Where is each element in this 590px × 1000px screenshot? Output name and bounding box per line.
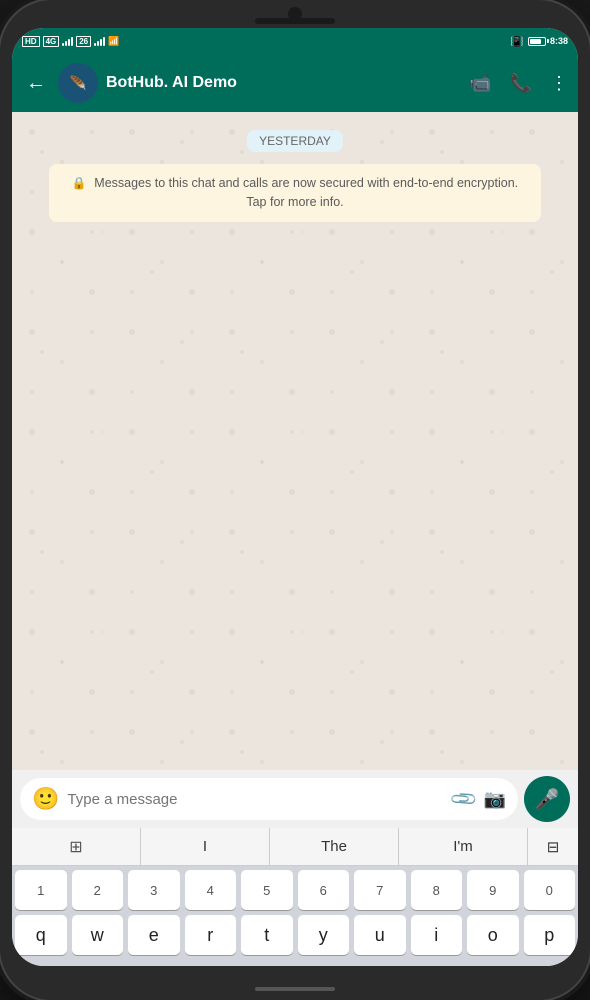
avatar[interactable]: 🪶 [58,63,98,103]
kb-key-e[interactable]: e [128,915,180,955]
wifi-icon: 📶 [108,36,119,47]
vibrate-icon: 📳 [510,35,524,48]
kb-key-i[interactable]: i [411,915,463,955]
kb-key-6[interactable]: 6 [298,870,350,910]
phone-call-icon[interactable]: 📞 [510,73,532,94]
kb-8-label: 8 [433,883,440,898]
avatar-inner: 🪶 [58,63,98,103]
kb-9-label: 9 [489,883,496,898]
svg-text:🪶: 🪶 [70,75,87,91]
kb-key-r[interactable]: r [185,915,237,955]
kb-grid-button[interactable]: ⊞ [12,828,141,865]
kb-p-label: p [544,925,554,946]
battery-fill [530,39,541,44]
security-text: Messages to this chat and calls are now … [94,176,518,209]
keyboard-area: ⊞ I The I'm ⊟ 1 2 [12,828,578,966]
more-options-icon[interactable]: ⋮ [550,73,568,94]
kb-key-p[interactable]: p [524,915,576,955]
mic-icon: 🎤 [535,787,560,812]
phone-camera [288,7,302,21]
kb-3-label: 3 [150,883,157,898]
kb-i-label: i [434,925,438,946]
kb-e-label: e [149,925,159,946]
suggestion-the[interactable]: The [270,828,399,865]
suggestion-collapse[interactable]: ⊟ [528,828,578,865]
bothub-logo: 🪶 [63,68,93,98]
kb-r-label: r [207,925,213,946]
kb-y-label: y [319,925,328,946]
collapse-icon: ⊟ [547,838,560,856]
battery-icon [528,37,546,46]
phone-screen: HD 4G 26 📶 📳 [12,28,578,966]
carrier-4g: 4G [43,36,60,47]
status-bar: HD 4G 26 📶 📳 [12,28,578,54]
kb-key-u[interactable]: u [354,915,406,955]
kb-key-8[interactable]: 8 [411,870,463,910]
clock: 8:38 [550,36,568,46]
emoji-button[interactable]: 🙂 [32,786,59,812]
status-left: HD 4G 26 📶 [22,36,119,47]
kb-1-label: 1 [37,883,44,898]
keyboard-rows: 1 2 3 4 5 6 7 8 9 0 q w e r t y [12,866,578,966]
home-indicator [255,987,335,991]
header-info[interactable]: BotHub. AI Demo [106,74,461,92]
kb-key-7[interactable]: 7 [354,870,406,910]
kb-key-y[interactable]: y [298,915,350,955]
signal-2-icon [94,36,105,46]
kb-key-q[interactable]: q [15,915,67,955]
kb-u-label: u [375,925,385,946]
suggestion-i-text: I [203,838,207,855]
message-input-box[interactable]: 🙂 📎 📷 [20,778,518,820]
kb-key-1[interactable]: 1 [15,870,67,910]
kb-q-label: q [36,925,46,946]
carrier-hd: HD [22,36,40,47]
keyboard-suggestions: ⊞ I The I'm ⊟ [12,828,578,866]
contact-name: BotHub. AI Demo [106,74,461,92]
kb-w-label: w [91,925,104,946]
kb-2-label: 2 [94,883,101,898]
security-notice[interactable]: 🔒 Messages to this chat and calls are no… [49,164,540,222]
signal-1-icon [62,36,73,46]
suggestion-im-text: I'm [453,838,473,855]
header-actions: 📹 📞 ⋮ [469,73,568,94]
carrier-26: 26 [76,36,91,47]
kb-5-label: 5 [263,883,270,898]
input-area: 🙂 📎 📷 🎤 [12,770,578,828]
mic-button[interactable]: 🎤 [524,776,570,822]
lock-icon: 🔒 [72,176,87,190]
kb-o-label: o [488,925,498,946]
kb-key-0[interactable]: 0 [524,870,576,910]
date-badge: YESTERDAY [247,130,343,152]
kb-key-9[interactable]: 9 [467,870,519,910]
kb-key-t[interactable]: t [241,915,293,955]
kb-row-numbers: 1 2 3 4 5 6 7 8 9 0 [15,870,575,910]
kb-key-3[interactable]: 3 [128,870,180,910]
kb-6-label: 6 [320,883,327,898]
suggestion-the-text: The [321,838,347,855]
kb-4-label: 4 [207,883,214,898]
attach-button[interactable]: 📎 [449,784,480,815]
phone-bottom-bar [0,978,590,1000]
kb-0-label: 0 [546,883,553,898]
kb-row-letters: q w e r t y u i o p [15,915,575,955]
suggestion-im[interactable]: I'm [399,828,528,865]
phone-shell: HD 4G 26 📶 📳 [0,0,590,1000]
kb-7-label: 7 [376,883,383,898]
message-input[interactable] [67,791,445,808]
status-right: 📳 8:38 [510,35,568,48]
video-call-icon[interactable]: 📹 [469,73,491,94]
chat-area: YESTERDAY 🔒 Messages to this chat and ca… [12,112,578,770]
camera-button[interactable]: 📷 [484,789,506,810]
back-button[interactable]: ← [22,68,50,99]
suggestion-i[interactable]: I [141,828,270,865]
grid-icon: ⊞ [69,837,82,857]
kb-key-o[interactable]: o [467,915,519,955]
kb-key-2[interactable]: 2 [72,870,124,910]
kb-key-5[interactable]: 5 [241,870,293,910]
kb-key-w[interactable]: w [72,915,124,955]
wa-header: ← 🪶 BotHub. AI Demo 📹 📞 ⋮ [12,54,578,112]
kb-t-label: t [264,925,269,946]
kb-key-4[interactable]: 4 [185,870,237,910]
